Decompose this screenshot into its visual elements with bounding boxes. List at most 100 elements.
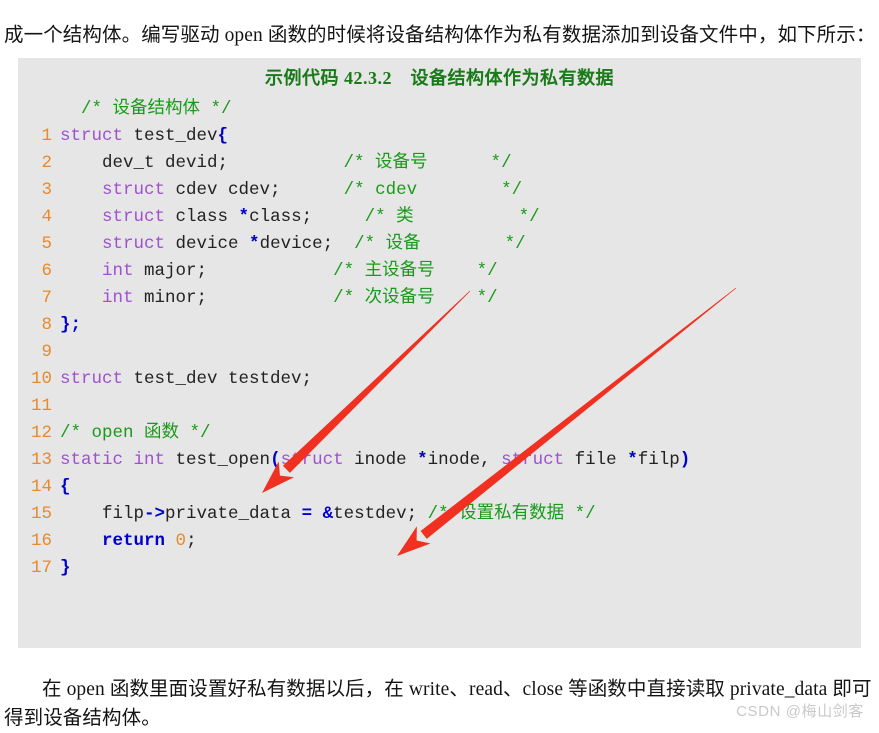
code-token-pl: minor; [133, 288, 334, 308]
code-line-number: 10 [30, 369, 52, 389]
code-line: 6 int major; /* 主设备号 */ [18, 258, 861, 285]
code-token-pl: dev_t devid; [60, 153, 344, 173]
code-token-op: { [217, 126, 229, 146]
intro-paragraph: 成一个结构体。编写驱动 open 函数的时候将设备结构体作为私有数据添加到设备文… [4, 24, 876, 46]
code-token-op: * [627, 450, 638, 470]
code-line-text: struct device *device; /* 设备 */ [60, 234, 526, 254]
code-token-kw: int [102, 288, 134, 308]
code-token-op: * [238, 207, 250, 227]
code-line-number: 6 [41, 261, 52, 281]
code-line-text: } [60, 558, 71, 578]
code-token-op: } [60, 558, 71, 578]
code-line: 14 { [18, 474, 861, 501]
code-token-op: ( [270, 450, 281, 470]
code-line-text: { [60, 477, 71, 497]
code-token-pl: inode [343, 450, 418, 470]
code-token-pl: inode, [427, 450, 502, 470]
code-line: 8}; [18, 312, 861, 339]
code-token-num: 0 [175, 531, 187, 551]
code-line: 13 static int test_open(struct inode *ino… [18, 447, 861, 474]
code-line: 4 struct class *class; /* 类 */ [18, 204, 861, 231]
code-token-pl: ; [186, 531, 197, 551]
code-token-op: & [322, 504, 334, 524]
code-token-kw: static [60, 450, 124, 470]
code-token-cm: /* cdev */ [343, 180, 523, 200]
code-token-pl: major; [133, 261, 334, 281]
code-token-kw: struct [501, 450, 565, 470]
code-line-number: 13 [30, 450, 52, 470]
code-token-op: = [301, 504, 313, 524]
code-token-pl: private_data [165, 504, 302, 524]
code-line-number: 5 [41, 234, 52, 254]
code-token-pl: testdev; [333, 504, 428, 524]
code-token-pl: cdev cdev; [165, 180, 344, 200]
code-line: 3 struct cdev cdev; /* cdev */ [18, 177, 861, 204]
code-token-pl: test_dev [123, 126, 218, 146]
code-token-cm: /* 次设备号 */ [333, 288, 498, 308]
code-line-text: struct class *class; /* 类 */ [60, 207, 540, 227]
code-line-number: 9 [41, 342, 52, 362]
code-line-number: 1 [41, 126, 52, 146]
code-line-number: 2 [41, 153, 52, 173]
code-line-text: /* open 函数 */ [60, 423, 211, 443]
code-token-kw: struct [102, 207, 166, 227]
code-line: 9 [18, 339, 861, 366]
code-token-cm: /* open 函数 */ [60, 423, 211, 443]
code-token-pl: device [165, 234, 250, 254]
code-line-number: 14 [30, 477, 52, 497]
code-token-cm: /* 设备结构体 */ [81, 99, 232, 119]
code-token-pl: filp [637, 450, 680, 470]
code-token-kw: int [102, 261, 134, 281]
code-line: 5 struct device *device; /* 设备 */ [18, 231, 861, 258]
code-line-number: 8 [41, 315, 52, 335]
code-token-pl: class; [249, 207, 365, 227]
code-line-list: /* 设备结构体 */1 struct test_dev{2 dev_t devi… [18, 96, 861, 582]
code-line: 7 int minor; /* 次设备号 */ [18, 285, 861, 312]
code-line-text: struct cdev cdev; /* cdev */ [60, 180, 522, 200]
code-token-pl: file [564, 450, 628, 470]
code-line: 11 [18, 393, 861, 420]
code-token-cm: /* 设备号 */ [343, 153, 512, 173]
code-line-text: static int test_open(struct inode *inode… [60, 450, 690, 470]
code-line: /* 设备结构体 */ [18, 96, 861, 123]
code-line-number: 15 [30, 504, 52, 524]
code-token-op: -> [144, 504, 166, 524]
code-token-pl: device; [259, 234, 355, 254]
code-line: 1 struct test_dev{ [18, 123, 861, 150]
code-line-text: dev_t devid; /* 设备号 */ [60, 153, 512, 173]
code-line: 16 return 0; [18, 528, 861, 555]
code-line: 2 dev_t devid; /* 设备号 */ [18, 150, 861, 177]
code-token-kw: struct [102, 234, 166, 254]
code-line-text: return 0; [60, 531, 197, 551]
code-token-pl: test_dev testdev; [123, 369, 313, 389]
code-line-text: filp->private_data = &testdev; /* 设置私有数据… [60, 504, 596, 524]
code-line-number: 17 [30, 558, 52, 578]
code-block-caption: 示例代码 42.3.2 设备结构体作为私有数据 [265, 68, 614, 88]
code-line-number: 7 [41, 288, 52, 308]
code-token-op: { [60, 477, 71, 497]
csdn-watermark: CSDN @梅山剑客 [736, 703, 864, 720]
code-token-cm: /* 设备 */ [354, 234, 526, 254]
code-line-number: 12 [30, 423, 52, 443]
code-token-op: }; [60, 315, 82, 335]
code-token-kw: struct [102, 180, 166, 200]
code-line: 12 /* open 函数 */ [18, 420, 861, 447]
code-line: 10 struct test_dev testdev; [18, 366, 861, 393]
code-token-cm: /* 类 */ [364, 207, 540, 227]
code-token-pl: filp [60, 504, 145, 524]
code-line: 17} [18, 555, 861, 582]
code-token-kw: struct [60, 369, 124, 389]
code-line: 15 filp->private_data = &testdev; /* 设置私… [18, 501, 861, 528]
code-token-ret: return [102, 531, 166, 551]
code-token-pl: test_open [165, 450, 271, 470]
